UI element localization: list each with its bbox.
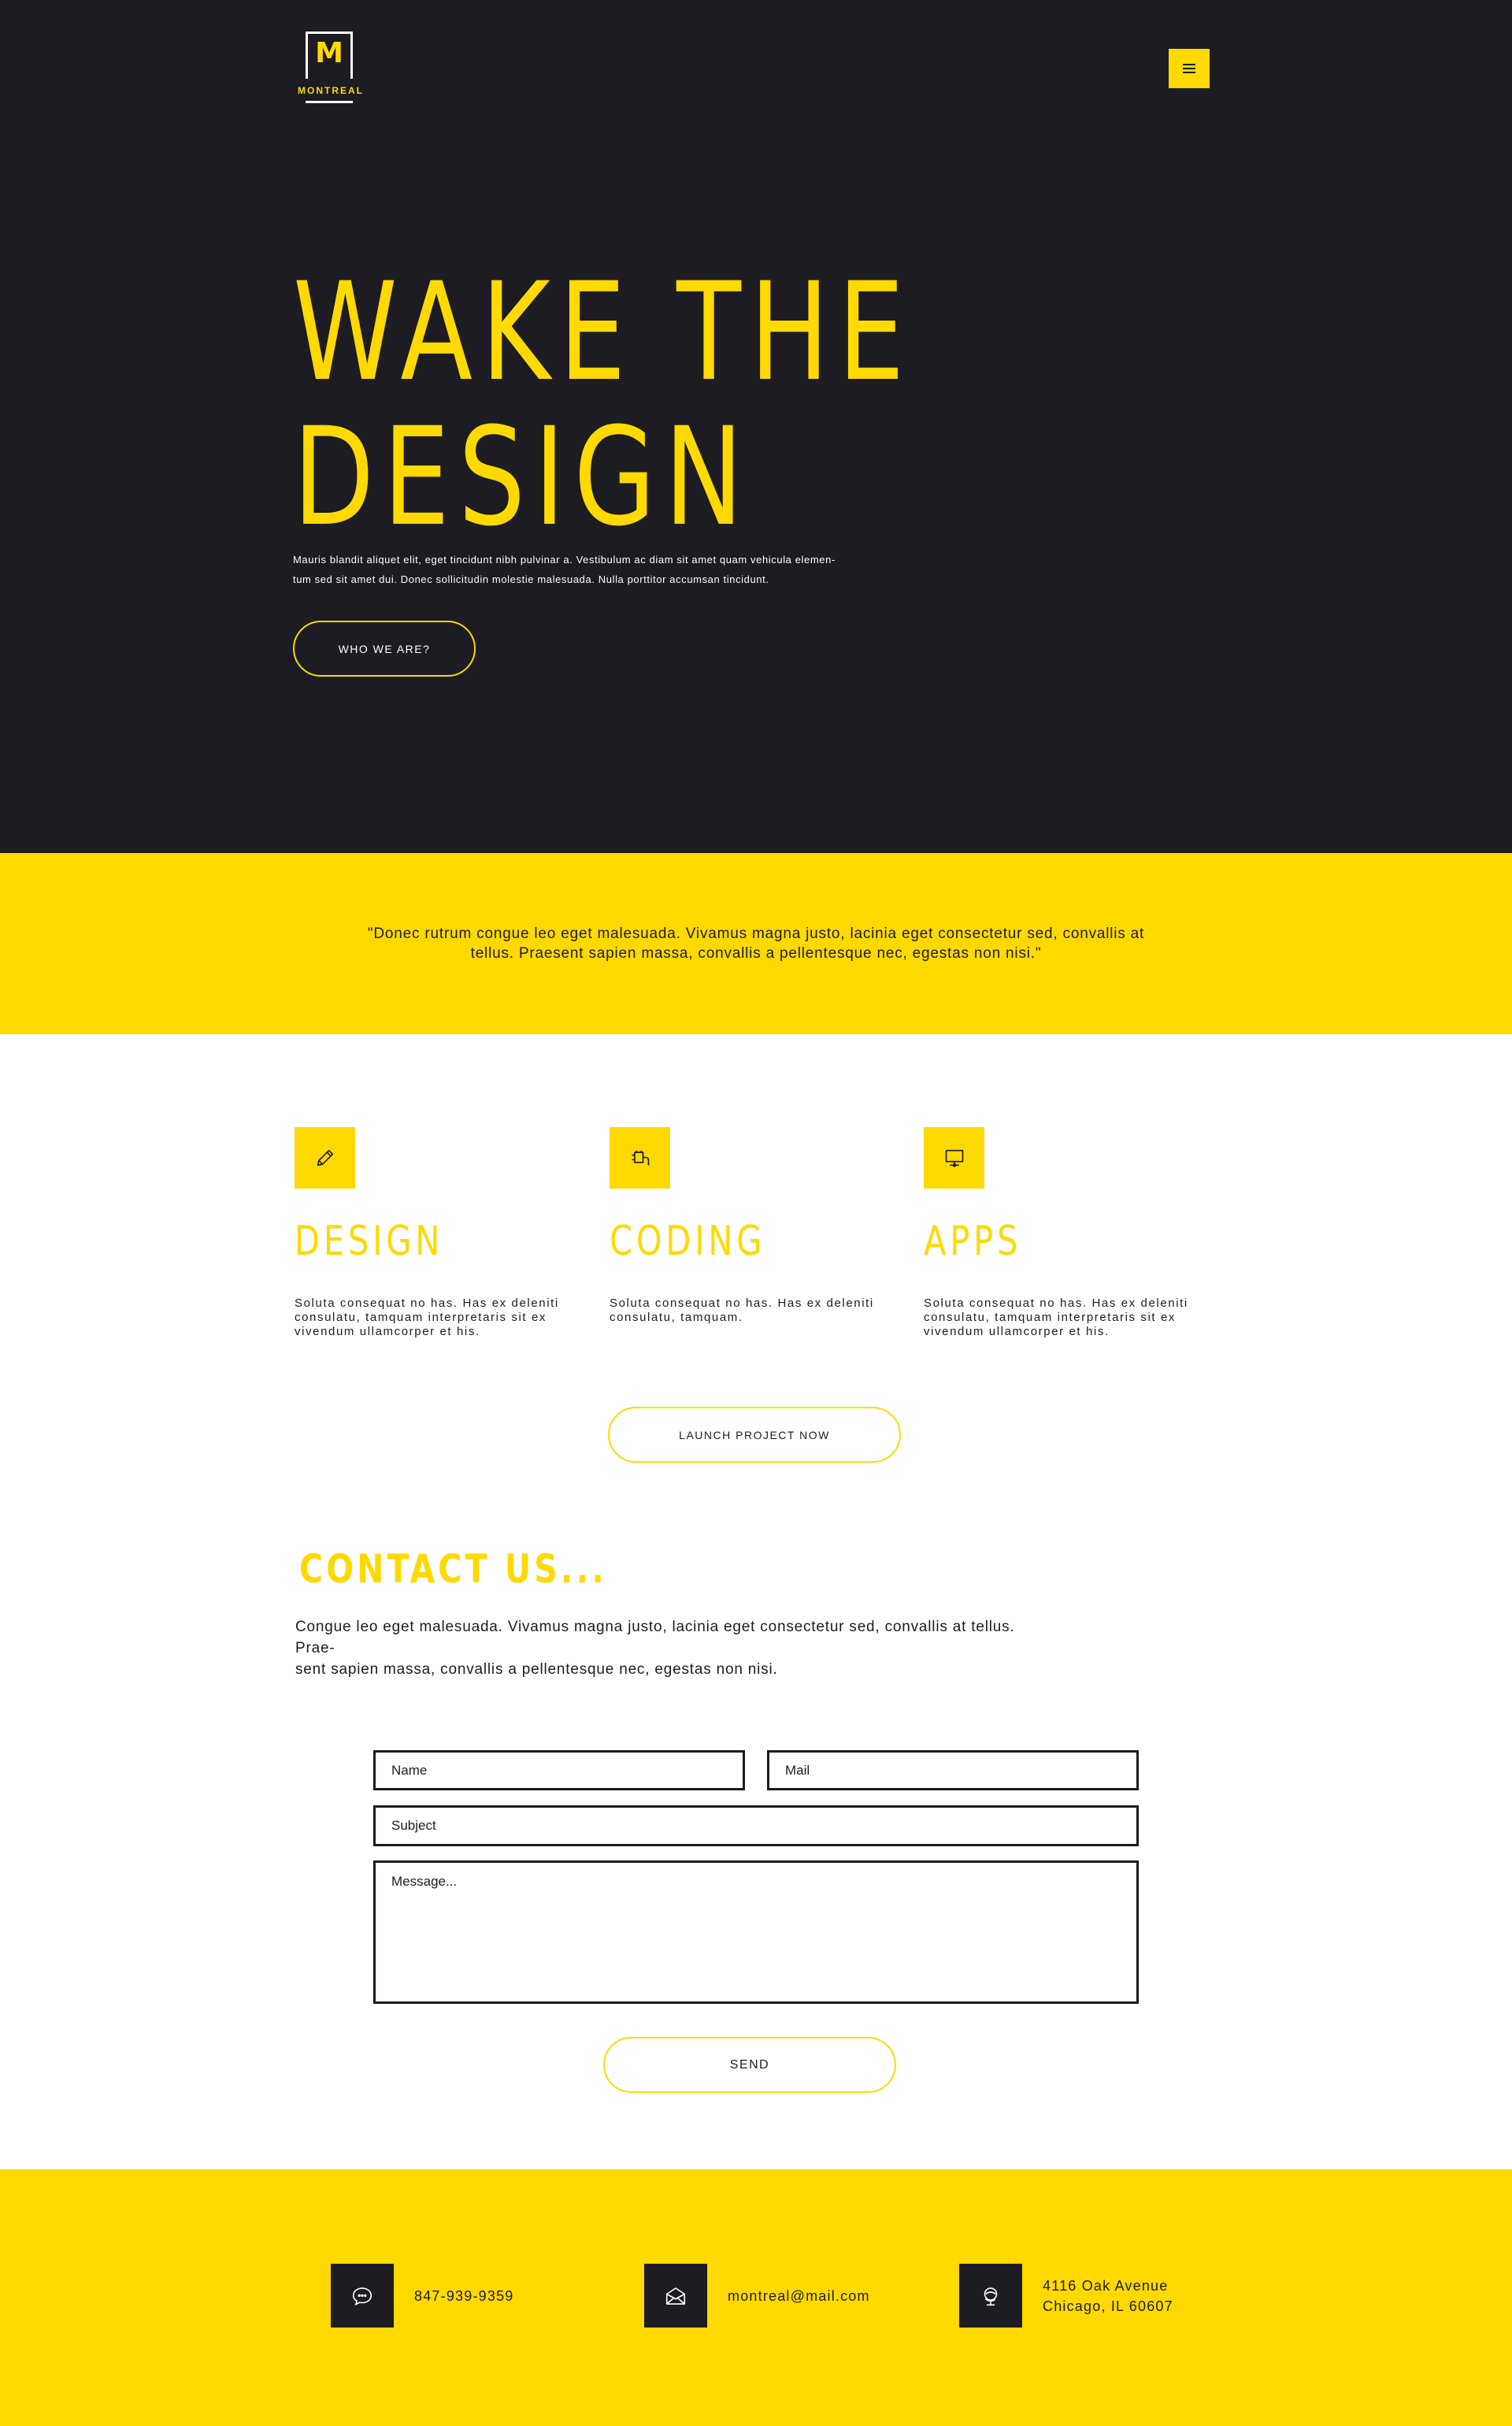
- who-we-are-button[interactable]: WHO WE ARE?: [293, 621, 476, 677]
- phone-number[interactable]: 847-939-9359: [414, 2286, 514, 2306]
- quote-line-1: "Donec rutrum congue leo eget malesuada.…: [367, 926, 1145, 942]
- service-title-design: DESIGN: [295, 1218, 444, 1265]
- chat-bubble-icon: [331, 2264, 394, 2328]
- pencil-icon: [295, 1127, 355, 1189]
- hamburger-menu-icon: [1183, 64, 1195, 73]
- quote-text: "Donec rutrum congue leo eget malesuada.…: [362, 924, 1150, 963]
- service-design: DESIGN Soluta consequat no has. Has ex d…: [295, 1127, 594, 1339]
- quote-section: "Donec rutrum congue leo eget malesuada.…: [0, 853, 1512, 1034]
- footer-email: montreal@mail.com: [644, 2264, 870, 2328]
- hero-description-line-1: Mauris blandit aliquet elit, eget tincid…: [293, 554, 836, 566]
- service-text-coding: Soluta consequat no has. Has ex deleniti…: [610, 1296, 874, 1324]
- envelope-icon: [644, 2264, 707, 2328]
- hamburger-menu-button[interactable]: [1169, 49, 1210, 88]
- footer-address: 4116 Oak Avenue Chicago, IL 60607: [959, 2264, 1173, 2328]
- contact-description-line-1: Congue leo eget malesuada. Vivamus magna…: [295, 1619, 1015, 1656]
- email-address[interactable]: montreal@mail.com: [728, 2286, 870, 2306]
- footer: 847-939-9359 montreal@mail.com 4116 Oak …: [0, 2169, 1512, 2426]
- service-apps: APPS Soluta consequat no has. Has ex del…: [924, 1127, 1223, 1339]
- hero-title: WAKE THE DESIGN: [293, 253, 914, 556]
- plug-icon: [610, 1127, 670, 1189]
- contact-title: CONTACT US...: [299, 1546, 607, 1592]
- hero-title-line-2: DESIGN: [293, 398, 752, 556]
- quote-line-2: tellus. Praesent sapien massa, convallis…: [470, 945, 1042, 962]
- service-title-coding: CODING: [610, 1218, 766, 1265]
- name-field[interactable]: [373, 1750, 745, 1790]
- address-line-2: Chicago, IL 60607: [1043, 2298, 1173, 2314]
- globe-icon: [959, 2264, 1022, 2328]
- monitor-icon: [924, 1127, 984, 1189]
- street-address: 4116 Oak Avenue Chicago, IL 60607: [1043, 2276, 1173, 2317]
- hero-description-line-2: tum sed sit amet dui. Donec sollicitudin…: [293, 573, 769, 585]
- contact-description: Congue leo eget malesuada. Vivamus magna…: [295, 1616, 1051, 1680]
- subject-field[interactable]: [373, 1805, 1139, 1846]
- footer-phone: 847-939-9359: [331, 2264, 514, 2328]
- launch-project-button[interactable]: LAUNCH PROJECT NOW: [608, 1407, 901, 1463]
- service-coding: CODING Soluta consequat no has. Has ex d…: [610, 1127, 909, 1325]
- contact-description-line-2: sent sapien massa, convallis a pellentes…: [295, 1661, 778, 1678]
- hero-description: Mauris blandit aliquet elit, eget tincid…: [293, 550, 891, 589]
- send-button[interactable]: SEND: [603, 2037, 896, 2093]
- service-title-apps: APPS: [924, 1218, 1022, 1265]
- service-text-apps: Soluta consequat no has. Has ex deleniti…: [924, 1296, 1188, 1338]
- logo-text: MONTREAL: [298, 85, 364, 96]
- hero-section: M MONTREAL WAKE THE DESIGN Mauris blandi…: [0, 0, 1512, 853]
- hero-title-line-1: WAKE THE: [293, 253, 914, 411]
- logo-letter: M: [315, 37, 343, 69]
- message-field[interactable]: [373, 1860, 1139, 2004]
- mail-field[interactable]: [767, 1750, 1139, 1790]
- logo-underline: [306, 101, 353, 103]
- address-line-1: 4116 Oak Avenue: [1043, 2277, 1169, 2294]
- montreal-logo[interactable]: M MONTREAL: [293, 32, 369, 107]
- service-text-design: Soluta consequat no has. Has ex deleniti…: [295, 1296, 559, 1338]
